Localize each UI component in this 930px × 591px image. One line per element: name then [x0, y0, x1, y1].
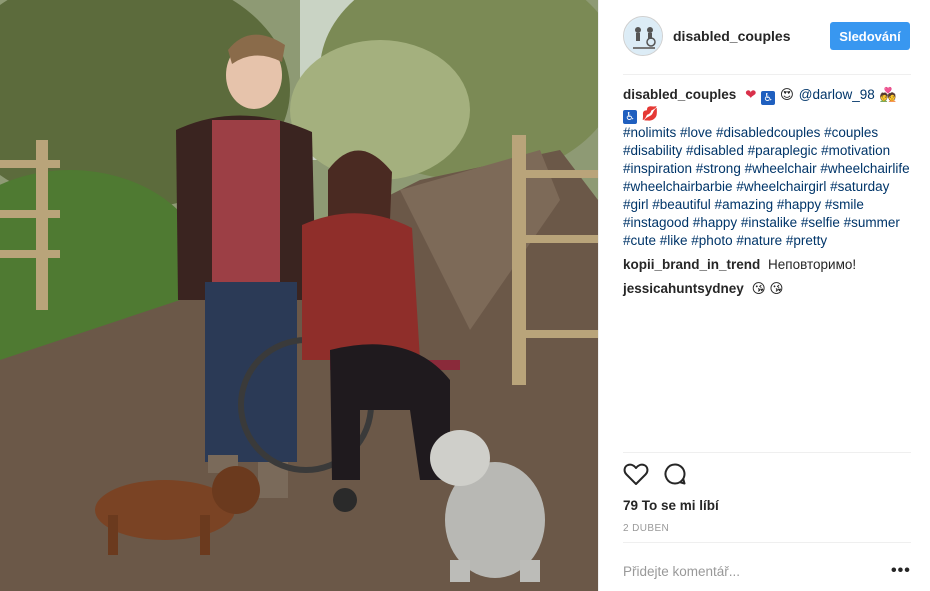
mention-link[interactable]: @darlow_98 [799, 87, 875, 102]
more-options-icon[interactable]: ••• [891, 562, 911, 580]
comment-bubble-icon[interactable] [663, 462, 687, 491]
caption-comment: disabled_couples ❤ ♿ 😍 @darlow_98 💑 ♿ 💋 … [623, 86, 915, 250]
comment-item: jessicahuntsydney 😘 😘 [623, 280, 915, 298]
comment-text: Неповторимо! [768, 257, 857, 272]
hashtag-list[interactable]: #nolimits #love #disabledcouples #couple… [623, 125, 910, 248]
comments-list: disabled_couples ❤ ♿ 😍 @darlow_98 💑 ♿ 💋 … [623, 86, 915, 304]
add-comment-input[interactable] [623, 560, 863, 582]
comment-text: 😘 😘 [751, 281, 784, 296]
wheelchair-emoji-icon: ♿ [623, 110, 637, 124]
comment-input-divider [623, 542, 911, 543]
kiss-lips-emoji-icon: 💋 [641, 106, 659, 121]
comment-username[interactable]: disabled_couples [623, 87, 736, 102]
follow-button[interactable]: Sledování [830, 22, 910, 50]
post-photo[interactable] [0, 0, 598, 591]
heart-icon[interactable] [623, 462, 649, 491]
avatar[interactable] [623, 16, 663, 56]
post-date: 2 DUBEN [623, 523, 670, 534]
post-photo-illustration [0, 0, 598, 591]
couple-emoji-icon: 💑 [879, 87, 897, 102]
wheelchair-emoji-icon: ♿ [761, 91, 776, 105]
header-divider [623, 74, 911, 75]
comment-item: kopii_brand_in_trend Неповторимо! [623, 256, 915, 274]
heart-eyes-emoji-icon: 😍 [779, 87, 794, 102]
likes-count[interactable]: 79 To se mi líbí [623, 498, 719, 513]
avatar-logo-icon [625, 18, 662, 55]
post-header: disabled_couples Sledování [599, 0, 930, 74]
post-detail-panel: disabled_couples Sledování disabled_coup… [598, 0, 930, 591]
heart-emoji-icon: ❤ [745, 87, 757, 102]
actions-divider [623, 452, 911, 453]
comment-username[interactable]: kopii_brand_in_trend [623, 257, 760, 272]
comment-username[interactable]: jessicahuntsydney [623, 281, 744, 296]
author-username[interactable]: disabled_couples [673, 28, 790, 44]
